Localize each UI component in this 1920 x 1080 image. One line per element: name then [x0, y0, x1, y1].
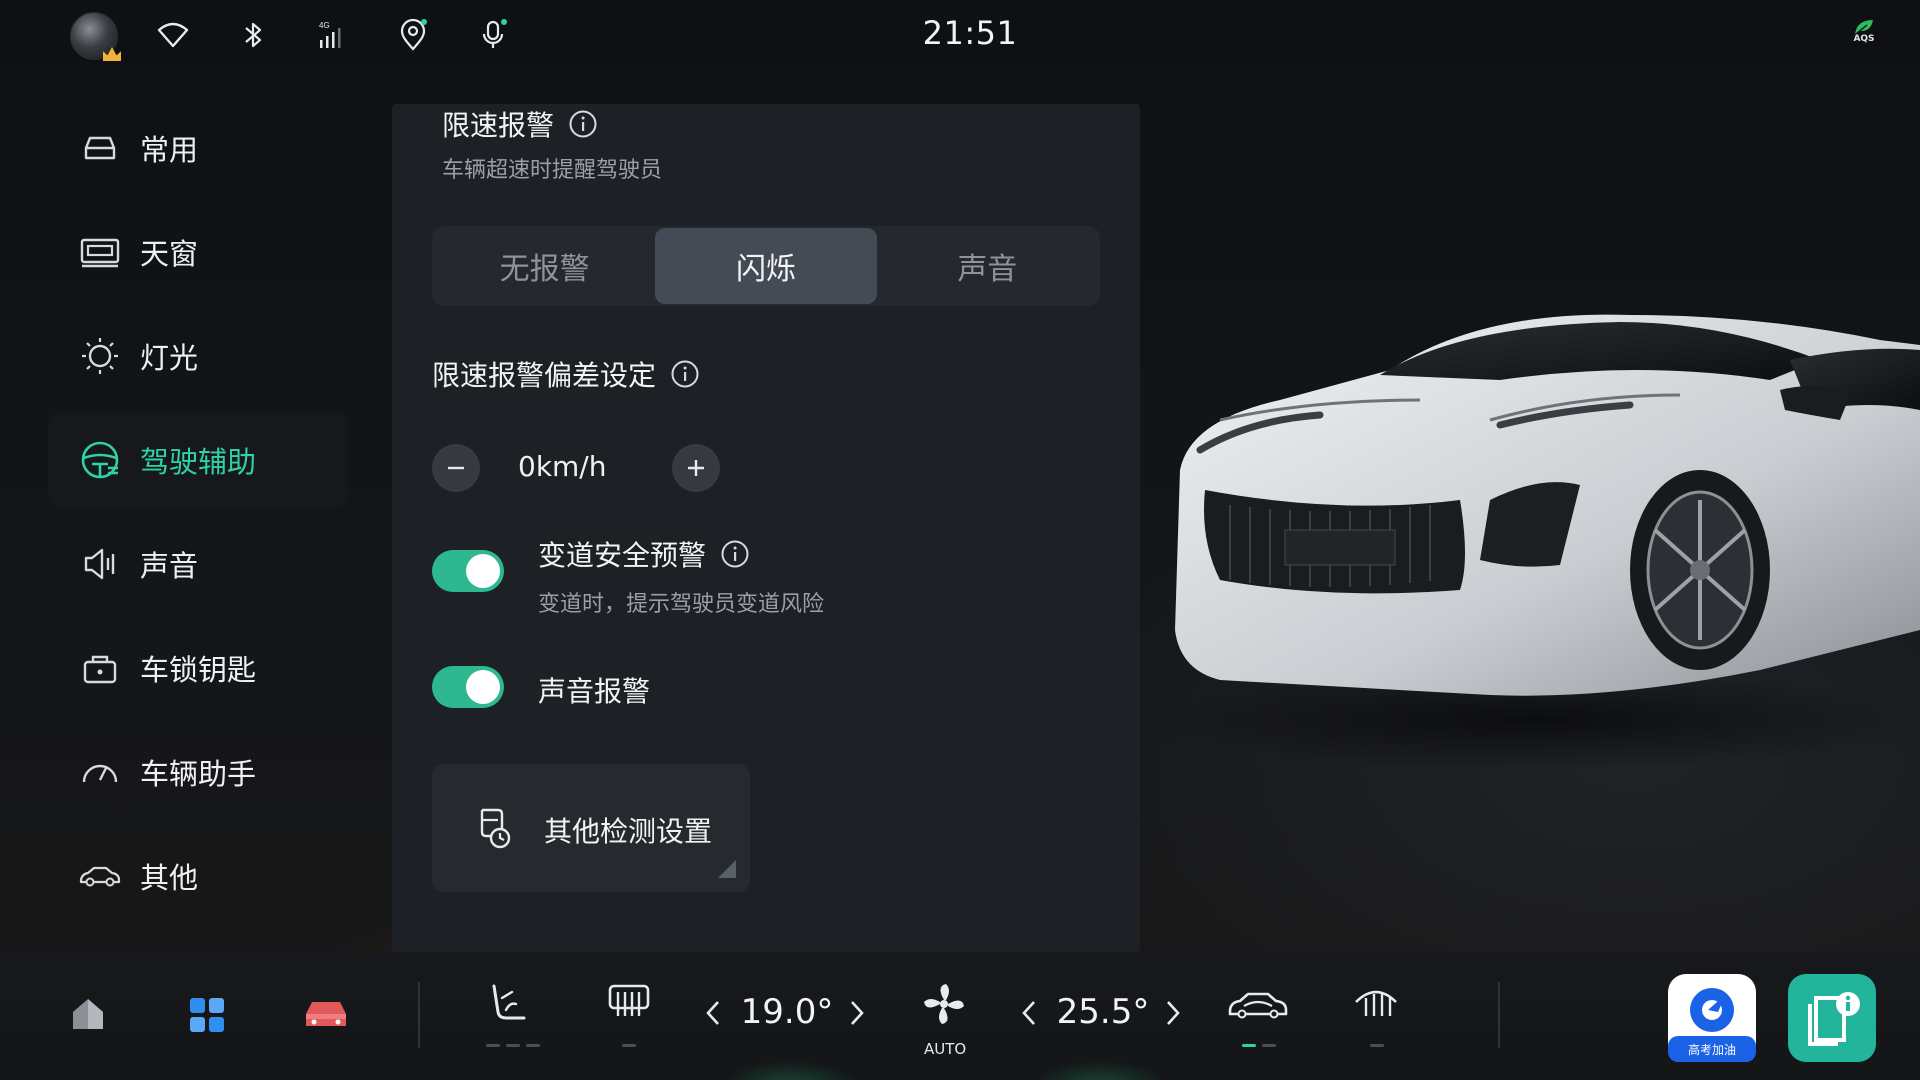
app-gaokao-label: 高考加油 — [1688, 1042, 1736, 1057]
other-detection-settings-card[interactable]: 其他检测设置 — [432, 764, 750, 892]
sidebar-item-vehicle-assistant[interactable]: 车辆助手 — [48, 724, 348, 820]
network-type-label: 4G — [319, 21, 330, 30]
info-icon[interactable] — [568, 109, 598, 139]
other-detection-label: 其他检测设置 — [544, 815, 713, 848]
info-icon[interactable] — [720, 539, 750, 569]
decrease-button[interactable] — [432, 444, 480, 492]
speed-alert-mode-selector: 无报警 闪烁 声音 — [432, 226, 1100, 306]
lock-key-icon — [78, 646, 122, 690]
dock-divider — [418, 982, 420, 1048]
sidebar-item-lock-key[interactable]: 车锁钥匙 — [48, 620, 348, 716]
location-icon — [396, 18, 430, 52]
bluetooth-icon — [236, 18, 270, 52]
deviation-stepper: 0km/h — [432, 444, 752, 494]
sidebar: 常用 天窗 灯光 驾驶辅助 声音 车锁钥匙 车辆助手 其他 — [48, 100, 348, 932]
lane-change-header: 变道安全预警 — [538, 534, 750, 574]
sidebar-item-common[interactable]: 常用 — [48, 100, 348, 196]
apps-grid-icon[interactable] — [188, 996, 226, 1034]
sidebar-item-other[interactable]: 其他 — [48, 828, 348, 924]
home-icon[interactable] — [70, 996, 106, 1032]
option-no-alert[interactable]: 无报警 — [434, 228, 655, 304]
left-temp-decrease-icon[interactable] — [702, 998, 724, 1028]
aqs-indicator[interactable]: AQS — [1846, 18, 1882, 54]
deviation-header: 限速报警偏差设定 — [432, 354, 700, 394]
minus-icon — [448, 466, 464, 470]
deviation-title: 限速报警偏差设定 — [432, 359, 657, 392]
light-icon — [78, 334, 122, 378]
car-side-icon — [78, 854, 122, 898]
sidebar-item-label: 车辆助手 — [140, 757, 257, 791]
bottom-dock: 19.0° AUTO 25.5° 高考加油 — [0, 952, 1920, 1080]
increase-button[interactable] — [672, 444, 720, 492]
recirculation-indicator — [1242, 1044, 1276, 1048]
gauge-icon — [78, 750, 122, 794]
steering-wheel-icon — [78, 438, 122, 482]
sidebar-item-label: 其他 — [140, 861, 199, 895]
status-bar: 4G 21:51 AQS — [0, 0, 1920, 70]
sidebar-item-label: 驾驶辅助 — [140, 445, 257, 479]
rear-defrost-icon[interactable] — [606, 982, 652, 1022]
sunroof-icon — [78, 230, 122, 274]
corner-indicator-icon — [718, 860, 736, 878]
deviation-value: 0km/h — [518, 450, 607, 483]
car-image — [1160, 300, 1920, 780]
microphone-icon — [476, 18, 510, 52]
sidebar-item-sunroof[interactable]: 天窗 — [48, 204, 348, 300]
sidebar-item-label: 灯光 — [140, 341, 199, 375]
sidebar-item-lights[interactable]: 灯光 — [48, 308, 348, 404]
signal-4g-icon: 4G — [316, 18, 350, 52]
lane-change-title: 变道安全预警 — [538, 539, 707, 572]
rear-defrost-indicator — [622, 1044, 636, 1048]
sidebar-item-driving-assist[interactable]: 驾驶辅助 — [48, 412, 348, 508]
user-avatar[interactable] — [70, 12, 121, 61]
lane-change-toggle[interactable] — [432, 550, 504, 592]
dock-divider — [1498, 982, 1500, 1048]
option-sound[interactable]: 声音 — [877, 228, 1098, 304]
plus-icon — [688, 460, 704, 476]
seat-sensor-icon — [474, 806, 514, 850]
speaker-icon — [78, 542, 122, 586]
app-manual-icon[interactable] — [1788, 974, 1876, 1062]
sidebar-item-label: 常用 — [140, 133, 199, 167]
sidebar-item-label: 车锁钥匙 — [140, 653, 257, 687]
crown-badge-icon — [103, 47, 121, 61]
left-temperature: 19.0° — [740, 992, 834, 1032]
decorative-glow — [720, 1060, 860, 1080]
aqs-label: AQS — [1853, 34, 1875, 44]
sidebar-item-label: 声音 — [140, 549, 199, 583]
seat-level-indicator — [486, 1044, 540, 1048]
car-front-icon — [78, 126, 122, 170]
car-app-icon[interactable] — [302, 998, 350, 1030]
left-temp-increase-icon[interactable] — [846, 998, 868, 1028]
info-icon[interactable] — [670, 359, 700, 389]
speed-alert-header: 限速报警 — [442, 104, 598, 144]
clock: 21:51 — [922, 14, 1018, 52]
right-temp-decrease-icon[interactable] — [1018, 998, 1040, 1028]
speed-alert-title: 限速报警 — [442, 109, 555, 142]
air-recirculation-icon[interactable] — [1226, 986, 1290, 1024]
speed-alert-subtitle: 车辆超速时提醒驾驶员 — [442, 158, 663, 183]
right-temp-increase-icon[interactable] — [1162, 998, 1184, 1028]
app-gaokao-icon[interactable]: 高考加油 — [1668, 974, 1756, 1062]
sidebar-item-label: 天窗 — [140, 237, 199, 271]
sound-alert-toggle[interactable] — [432, 666, 504, 708]
seat-icon[interactable] — [486, 982, 532, 1028]
fan-icon[interactable] — [920, 980, 968, 1028]
fan-auto-label: AUTO — [924, 1040, 967, 1058]
right-temperature: 25.5° — [1056, 992, 1150, 1032]
lane-change-subtitle: 变道时，提示驾驶员变道风险 — [538, 592, 825, 617]
settings-panel: 限速报警 车辆超速时提醒驾驶员 无报警 闪烁 声音 限速报警偏差设定 0km/h… — [392, 104, 1140, 952]
sidebar-item-sound[interactable]: 声音 — [48, 516, 348, 612]
sound-alert-title: 声音报警 — [538, 675, 651, 708]
decorative-glow — [1030, 1060, 1170, 1080]
wifi-icon — [156, 18, 190, 52]
option-flash[interactable]: 闪烁 — [655, 228, 877, 304]
front-defrost-indicator — [1370, 1044, 1384, 1048]
front-defrost-icon[interactable] — [1352, 982, 1400, 1024]
